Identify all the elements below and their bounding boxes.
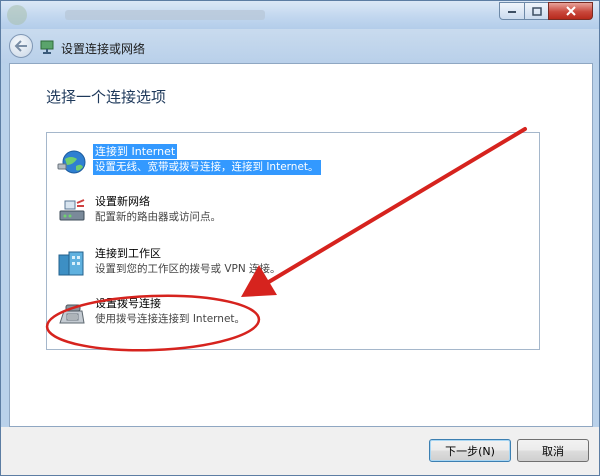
cancel-button[interactable]: 取消 bbox=[517, 439, 589, 462]
maximize-icon bbox=[531, 6, 542, 16]
minimize-button[interactable] bbox=[499, 2, 525, 20]
close-button[interactable] bbox=[548, 2, 593, 20]
option-description: 配置新的路由器或访问点。 bbox=[95, 211, 221, 223]
maximize-button[interactable] bbox=[524, 2, 549, 20]
title-bar[interactable] bbox=[1, 1, 599, 29]
option-title: 连接到 Internet bbox=[93, 144, 178, 159]
option-title: 设置新网络 bbox=[95, 195, 150, 208]
minimize-icon bbox=[508, 11, 516, 13]
nav-title: 设置连接或网络 bbox=[61, 42, 146, 56]
navigation-bar: 设置连接或网络 bbox=[1, 29, 599, 63]
dialup-modem-icon bbox=[59, 304, 85, 324]
option-title: 设置拨号连接 bbox=[95, 297, 161, 310]
option-connect-workplace[interactable]: 连接到工作区 设置到您的工作区的拨号或 VPN 连接。 bbox=[55, 245, 535, 285]
option-setup-new-network[interactable]: 设置新网络 配置新的路由器或访问点。 bbox=[55, 193, 535, 233]
next-button[interactable]: 下一步(N) bbox=[429, 439, 511, 462]
option-connect-internet[interactable]: 连接到 Internet 设置无线、宽带或拨号连接，连接到 Internet。 bbox=[55, 143, 535, 183]
option-title: 连接到工作区 bbox=[95, 247, 161, 260]
connection-options-list: 连接到 Internet 设置无线、宽带或拨号连接，连接到 Internet。 … bbox=[46, 132, 540, 350]
back-button[interactable] bbox=[9, 34, 33, 58]
dialog-window: 设置连接或网络 选择一个连接选项 连接到 Internet 设置无线、宽带或拨号… bbox=[0, 0, 600, 476]
page-heading: 选择一个连接选项 bbox=[46, 88, 167, 106]
blurred-title-text bbox=[65, 10, 265, 20]
option-description: 使用拨号连接连接到 Internet。 bbox=[95, 313, 246, 325]
workplace-building-icon bbox=[58, 251, 84, 276]
back-arrow-icon bbox=[14, 40, 27, 52]
option-description: 设置无线、宽带或拨号连接，连接到 Internet。 bbox=[93, 160, 321, 175]
network-setup-icon bbox=[40, 40, 54, 54]
globe-network-icon bbox=[57, 150, 86, 174]
option-description: 设置到您的工作区的拨号或 VPN 连接。 bbox=[95, 263, 281, 275]
option-setup-dialup[interactable]: 设置拨号连接 使用拨号连接连接到 Internet。 bbox=[55, 295, 535, 335]
button-bar: 下一步(N) 取消 bbox=[1, 427, 599, 475]
content-area: 选择一个连接选项 连接到 Internet 设置无线、宽带或拨号连接，连接到 I… bbox=[9, 63, 593, 427]
router-icon bbox=[59, 199, 85, 221]
close-icon bbox=[565, 6, 576, 16]
blurred-app-icon bbox=[7, 5, 27, 25]
